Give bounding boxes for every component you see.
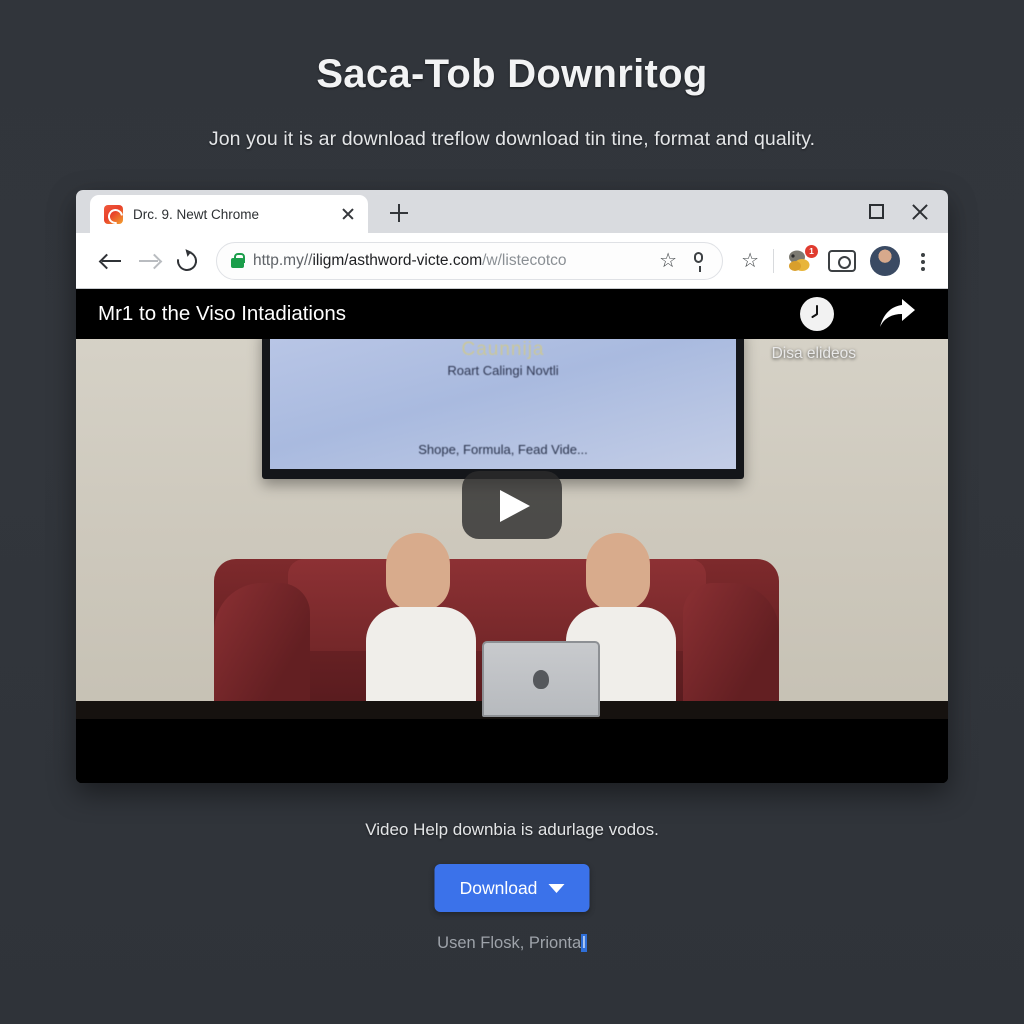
new-tab-button[interactable]: [382, 196, 416, 230]
maximize-icon[interactable]: [869, 204, 884, 219]
saved-star-icon[interactable]: ☆: [741, 248, 759, 273]
extension-badge: 1: [805, 244, 818, 258]
head: [586, 533, 650, 611]
tv-screen: Caunnija Roart Calingi Novtli Shope, For…: [270, 333, 736, 469]
profile-avatar[interactable]: [870, 245, 900, 276]
close-icon[interactable]: [910, 202, 930, 222]
download-caption: Video Help downbia is adurlage vodos.: [365, 820, 659, 839]
window-controls: [869, 190, 948, 233]
forward-button[interactable]: [130, 242, 168, 280]
toolbar-divider: [773, 248, 774, 273]
video-letterbox: [76, 719, 948, 783]
back-button[interactable]: [92, 242, 130, 280]
tv-text-line-2: Roart Calingi Novtli: [447, 363, 559, 378]
reload-icon: [173, 246, 201, 275]
head: [386, 533, 450, 611]
back-arrow-icon: [101, 253, 121, 269]
browser-tab-active[interactable]: Drc. 9. Newt Chrome: [90, 195, 368, 233]
url-path: /w/listecotco: [482, 251, 567, 269]
address-bar[interactable]: http.my//iligm/asthword-victe.com/w/list…: [216, 241, 724, 280]
reload-button[interactable]: [168, 242, 206, 280]
video-player[interactable]: Mr1 to the Viso Intadiations Disa elideo…: [76, 289, 948, 783]
kebab-menu-icon[interactable]: [912, 246, 934, 276]
browser-tab-strip: Drc. 9. Newt Chrome: [76, 190, 948, 233]
download-button[interactable]: Download: [434, 864, 590, 912]
url-scheme: http.my//: [253, 251, 313, 269]
browser-toolbar: http.my//iligm/asthword-victe.com/w/list…: [76, 233, 948, 289]
bookmark-star-icon[interactable]: ☆: [657, 250, 679, 272]
secure-lock-icon: [231, 253, 245, 268]
url-text: http.my//iligm/asthword-victe.com/w/list…: [253, 252, 648, 270]
chevron-down-icon: [548, 883, 565, 893]
couch-arm-left: [214, 583, 310, 719]
share-arrow-icon[interactable]: [878, 299, 916, 329]
tab-close-icon[interactable]: [338, 204, 358, 224]
clock-icon[interactable]: [800, 297, 834, 331]
play-triangle-icon: [500, 490, 530, 522]
person-left: [352, 525, 490, 719]
laptop: [482, 641, 600, 717]
download-button-label: Download: [459, 877, 538, 898]
mic-icon[interactable]: [688, 250, 710, 272]
video-header: Mr1 to the Viso Intadiations: [76, 289, 948, 339]
screenshot-icon[interactable]: [828, 249, 856, 272]
page-root: Saca-Tob Downritog Jon you it is ar down…: [0, 0, 1024, 1024]
couch-arm-right: [683, 583, 779, 719]
video-action-label: Disa elideos: [771, 345, 856, 362]
forward-arrow-icon: [139, 253, 159, 269]
tab-title: Drc. 9. Newt Chrome: [133, 206, 260, 222]
page-subtitle: Jon you it is ar download treflow downlo…: [208, 128, 816, 150]
wall-tv: Caunnija Roart Calingi Novtli Shope, For…: [262, 326, 744, 479]
extension-icon[interactable]: 1: [786, 244, 818, 274]
tv-text-line-1: Caunnija: [461, 339, 545, 360]
play-button[interactable]: [462, 471, 562, 539]
tv-text-line-3: Shope, Formula, Fead Vide...: [418, 442, 588, 457]
video-actions: [800, 297, 926, 331]
favicon-icon: [104, 204, 123, 224]
page-title: Saca-Tob Downritog: [316, 52, 708, 96]
url-host: iligm/asthword-victe.com: [312, 251, 483, 269]
footer-note: Usen Flosk, Priontal: [0, 934, 1024, 953]
footer-note-text: Usen Flosk, Prionta: [437, 934, 582, 952]
footer-note-highlight: l: [581, 934, 587, 952]
browser-window: Drc. 9. Newt Chrome http.my//iligm/asthw…: [76, 190, 948, 783]
video-title: Mr1 to the Viso Intadiations: [98, 302, 347, 325]
